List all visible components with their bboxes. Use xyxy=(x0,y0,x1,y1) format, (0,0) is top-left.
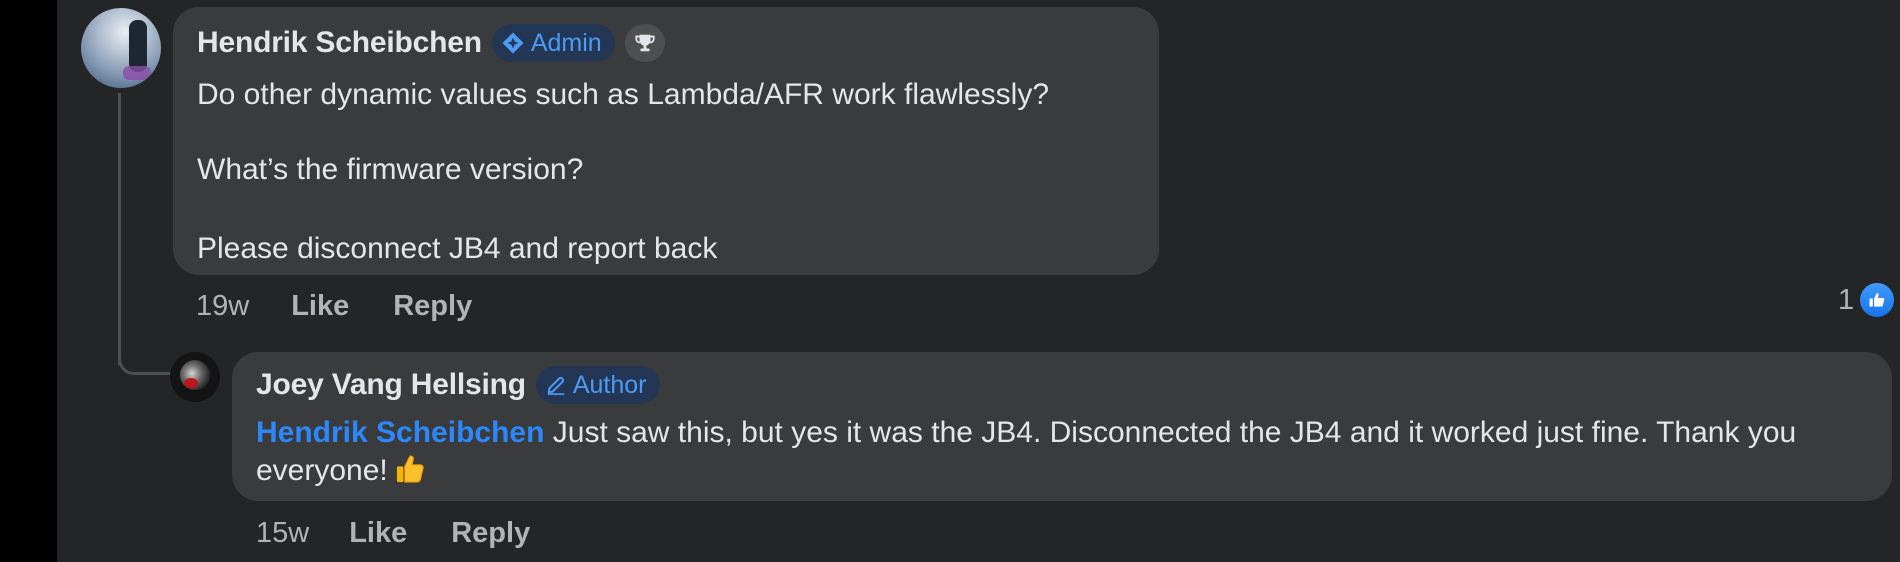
comment-timestamp[interactable]: 19w xyxy=(196,290,249,323)
thumbs-up-emoji xyxy=(394,452,426,496)
comment-text-line: Please disconnect JB4 and report back xyxy=(197,232,718,265)
reply-actions: 15w Like Reply xyxy=(256,517,530,550)
badge-label: Author xyxy=(572,370,647,399)
badge-label: Admin xyxy=(530,28,602,57)
reaction-summary[interactable]: 1 xyxy=(1838,281,1897,319)
avatar[interactable] xyxy=(170,352,220,402)
comment-actions: 19w Like Reply xyxy=(196,290,472,323)
comment-header: Hendrik Scheibchen Admin xyxy=(197,24,665,62)
thread-line-connector xyxy=(118,330,170,375)
comment-text-line: What’s the firmware version? xyxy=(197,153,584,186)
trophy-icon xyxy=(635,34,655,52)
admin-badge[interactable]: Admin xyxy=(491,24,615,62)
pencil-icon xyxy=(547,376,565,395)
comment-bubble: Hendrik Scheibchen Admin Do other dynami… xyxy=(173,7,1159,275)
like-button[interactable]: Like xyxy=(349,517,407,550)
trophy-badge[interactable] xyxy=(624,24,665,62)
comment-text-line: Do other dynamic values such as Lambda/A… xyxy=(197,78,1050,111)
reply-button[interactable]: Reply xyxy=(451,517,530,550)
reply-bubble: Joey Vang Hellsing Author Hendrik Scheib… xyxy=(232,352,1892,501)
mention-link[interactable]: Hendrik Scheibchen xyxy=(256,416,544,449)
reply-button[interactable]: Reply xyxy=(393,290,472,323)
author-badge[interactable]: Author xyxy=(535,366,660,404)
left-black-edge xyxy=(0,0,57,562)
reaction-count: 1 xyxy=(1838,283,1855,316)
reply-header: Joey Vang Hellsing Author xyxy=(256,366,660,404)
avatar[interactable] xyxy=(81,8,161,88)
like-reaction-icon xyxy=(1858,281,1897,319)
reply-author-name[interactable]: Joey Vang Hellsing xyxy=(256,368,526,402)
comment-author-name[interactable]: Hendrik Scheibchen xyxy=(197,26,482,60)
like-button[interactable]: Like xyxy=(291,290,349,323)
thread-line xyxy=(118,93,121,365)
reply-timestamp[interactable]: 15w xyxy=(256,517,309,550)
reply-text: Hendrik Scheibchen Just saw this, but ye… xyxy=(256,414,1866,496)
admin-shield-icon xyxy=(502,32,524,54)
